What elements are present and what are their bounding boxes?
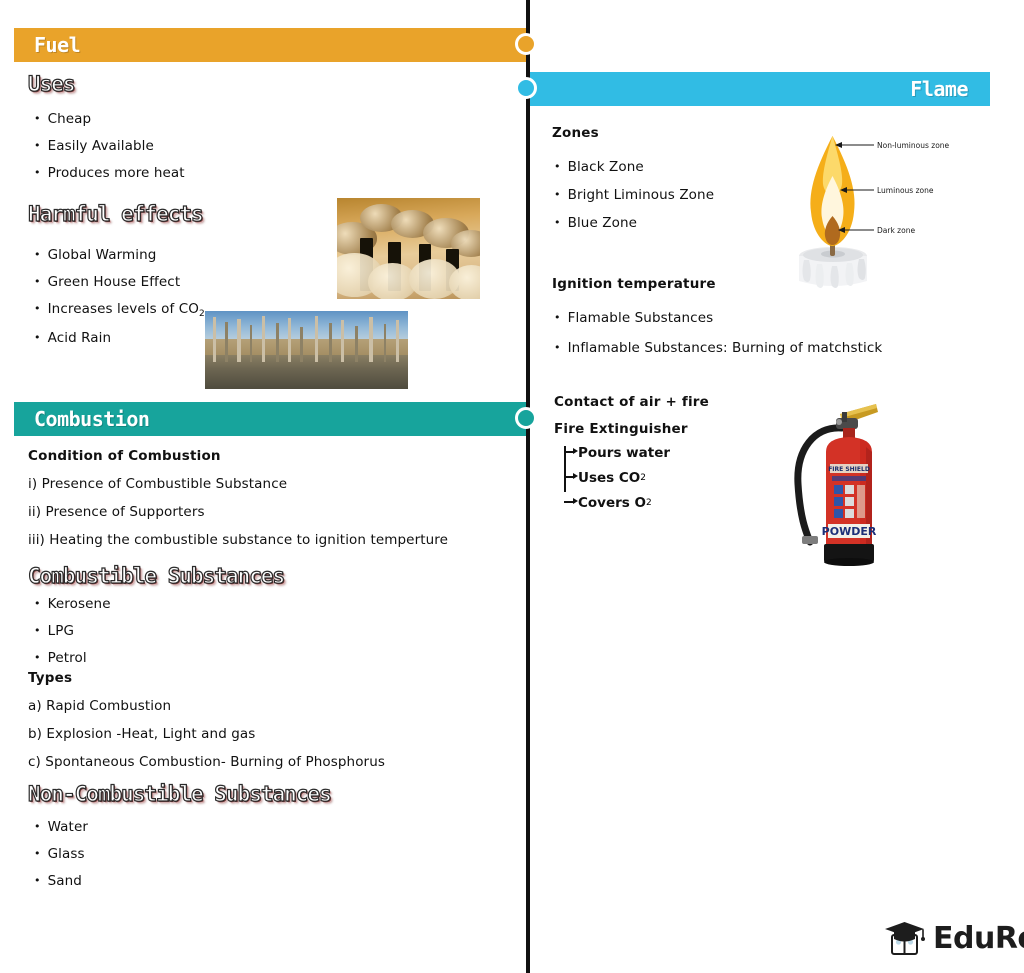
heading-condition-of-combustion: Condition of Combustion — [28, 448, 221, 464]
list-item-non-combustible-1: Glass — [34, 846, 88, 862]
list-item-combustible-0: Kerosene — [34, 596, 111, 612]
timeline-node-combustion — [515, 407, 537, 429]
fire-extinguisher-svg: FIRE SHIELD POWDER — [794, 404, 878, 566]
list-item-uses-0: Cheap — [34, 111, 185, 127]
tree-branch-1: Uses CO 2 — [564, 465, 764, 490]
hose-nozzle — [802, 536, 818, 544]
list-item-harmful-2-text: Increases levels of CO — [47, 301, 200, 317]
tree-branch-label-0: Pours water — [578, 444, 671, 461]
list-item-condition-2: iii) Heating the combustible substance t… — [28, 532, 449, 548]
list-item-ignition-1: Inflamable Substances: Burning of matchs… — [554, 340, 883, 356]
heading-fire-extinguisher: Fire Extinguisher — [554, 421, 688, 437]
list-item-condition-1: ii) Presence of Supporters — [28, 504, 205, 520]
list-item-uses-1: Easily Available — [34, 138, 185, 154]
image-fire-extinguisher: FIRE SHIELD POWDER — [780, 392, 920, 572]
fire-extinguisher-branch-tree: Pours water Uses CO 2 Covers O2 — [564, 440, 764, 515]
candle-svg: Non-luminous zone Luminous zone Dark zon… — [799, 136, 950, 288]
list-item-combustible-1: LPG — [34, 623, 111, 639]
heading-non-combustible-substances: Non-Combustible Substances — [27, 781, 332, 806]
extinguisher-brand-label: FIRE SHIELD — [828, 466, 870, 473]
heading-types: Types — [28, 670, 73, 686]
candle-label-2: Dark zone — [877, 226, 915, 235]
heading-zones: Zones — [552, 125, 599, 141]
list-item-combustible-2: Petrol — [34, 650, 111, 666]
edurev-logo[interactable]: EduRev — [884, 918, 1024, 958]
tree-branch-0: Pours water — [564, 440, 764, 465]
extinguisher-pictograms — [834, 485, 865, 518]
heading-combustible-substances: Combustible Substances — [27, 563, 285, 588]
list-item-non-combustible-0: Water — [34, 819, 88, 835]
list-item-zones-2: Blue Zone — [554, 215, 714, 231]
section-title-flame: Flame — [910, 77, 968, 101]
list-item-harmful-3: Acid Rain — [34, 330, 205, 346]
heading-uses: Uses — [27, 71, 76, 96]
section-title-fuel: Fuel — [34, 33, 81, 57]
list-item-types-2: c) Spontaneous Combustion- Burning of Ph… — [28, 754, 385, 770]
infographic-page: Fuel Uses Cheap Easily Available Produce… — [0, 0, 1024, 973]
image-dead-forest — [205, 311, 408, 389]
image-smokestacks — [337, 198, 480, 299]
co2-subscript: 2 — [199, 309, 205, 319]
heading-ignition-temperature: Ignition temperature — [552, 276, 716, 292]
diagram-candle-flame-zones: Non-luminous zone Luminous zone Dark zon… — [786, 118, 1016, 290]
list-item-harmful-0: Global Warming — [34, 247, 205, 263]
list-item-non-combustible-2: Sand — [34, 873, 88, 889]
list-item-types-1: b) Explosion -Heat, Light and gas — [28, 726, 256, 742]
tree-branch-2: Covers O2 — [564, 490, 764, 515]
list-item-ignition-0: Flamable Substances — [554, 310, 882, 326]
tree-branch-sub-2: 2 — [646, 497, 652, 508]
section-bar-fuel[interactable]: Fuel — [14, 28, 528, 62]
tree-branch-label-2: Covers O — [578, 494, 647, 511]
list-item-zones-1: Bright Liminous Zone — [554, 187, 714, 203]
timeline-node-fuel — [515, 33, 537, 55]
tree-branch-sub-1: 2 — [640, 472, 647, 483]
list-item-harmful-1: Green House Effect — [34, 274, 205, 290]
candle-label-1: Luminous zone — [877, 186, 934, 195]
edurev-logo-text: EduRev — [933, 920, 1024, 956]
extinguisher-type-label: POWDER — [822, 525, 877, 538]
timeline-vertical-line — [526, 0, 530, 973]
list-item-types-0: a) Rapid Combustion — [28, 698, 172, 714]
list-item-zones-0: Black Zone — [554, 159, 714, 175]
list-item-harmful-2: Increases levels of CO2 — [34, 301, 205, 319]
timeline-node-flame — [515, 77, 537, 99]
section-bar-flame[interactable]: Flame — [528, 72, 990, 106]
section-title-combustion: Combustion — [34, 407, 150, 431]
section-bar-combustion[interactable]: Combustion — [14, 402, 528, 436]
list-item-condition-0: i) Presence of Combustible Substance — [28, 476, 288, 492]
candle-label-0: Non-luminous zone — [877, 141, 950, 150]
tree-branch-label-1: Uses CO — [578, 469, 641, 486]
heading-harmful-effects: Harmful effects — [27, 201, 204, 226]
list-item-uses-2: Produces more heat — [34, 165, 185, 181]
graduation-cap-book-icon — [885, 922, 925, 955]
text-contact-of-air-fire: Contact of air + fire — [554, 394, 709, 410]
